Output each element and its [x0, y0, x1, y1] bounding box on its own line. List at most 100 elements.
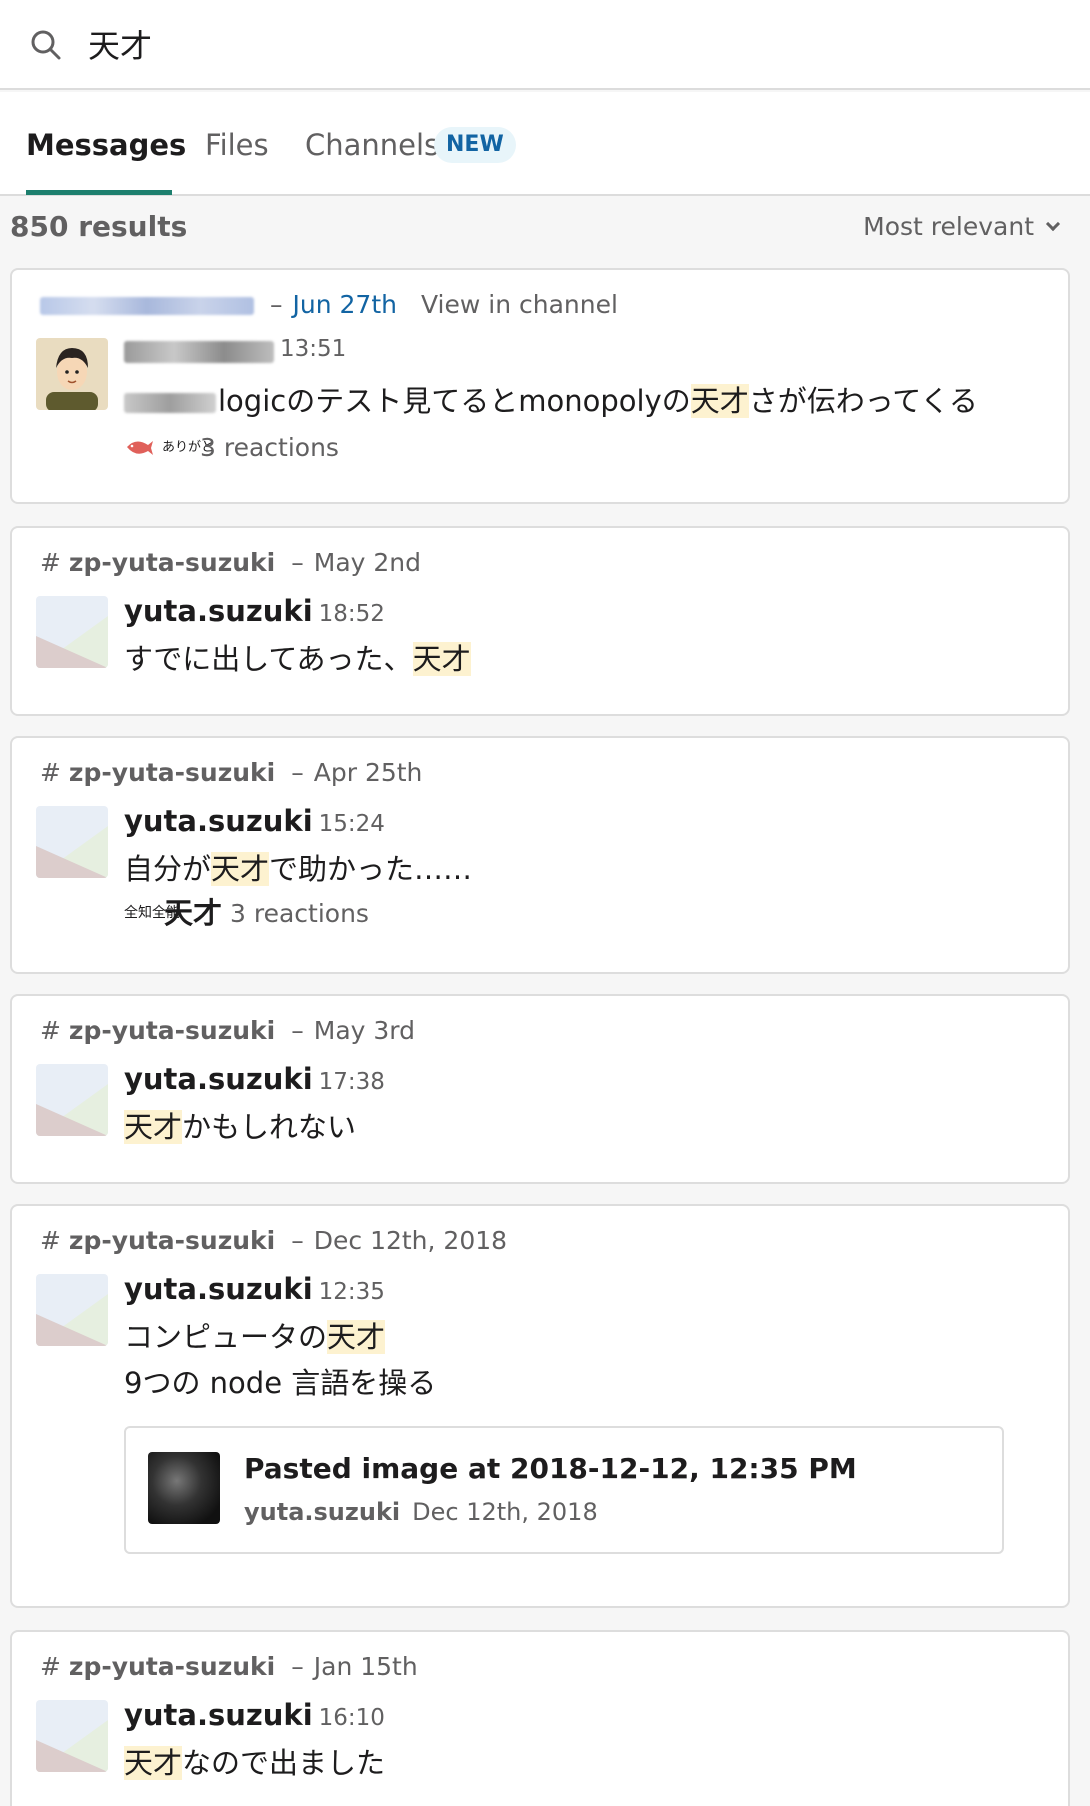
- message-text: 天才なので出ました: [124, 1740, 385, 1782]
- active-tab-indicator: [26, 190, 172, 195]
- reactions-count: 3 reactions: [200, 432, 339, 462]
- reactions-count: 3 reactions: [230, 898, 369, 928]
- result-date-link[interactable]: Jun 27th: [293, 290, 397, 319]
- results-count: 850 results: [10, 210, 188, 243]
- channel-name[interactable]: zp-yuta-suzuki: [69, 548, 275, 577]
- message-text-part: で助かった……: [269, 852, 473, 886]
- highlighted-match: 天才: [412, 642, 471, 676]
- message-time[interactable]: 15:24: [319, 811, 385, 837]
- message-time[interactable]: 12:35: [319, 1279, 385, 1305]
- message-text-part: さが伝わってくる: [748, 384, 978, 418]
- result-date[interactable]: Dec 12th, 2018: [314, 1226, 507, 1255]
- search-result-card[interactable]: # zp-yuta-suzuki – Dec 12th, 2018 yuta.suz…: [10, 1204, 1070, 1608]
- message-text-part: すでに出してあった、: [124, 642, 413, 676]
- redacted-author-name[interactable]: [124, 340, 274, 363]
- view-in-channel-link[interactable]: View in channel: [421, 290, 618, 319]
- message-text-part: 自分が: [124, 852, 212, 886]
- message-author-line: yuta.suzuki 17:38: [124, 1062, 385, 1096]
- result-meta: # zp-yuta-suzuki – Apr 25th: [40, 758, 423, 787]
- result-meta: # zp-yuta-suzuki – Dec 12th, 2018: [40, 1226, 508, 1255]
- message-author[interactable]: yuta.suzuki: [124, 1698, 313, 1732]
- channel-name[interactable]: zp-yuta-suzuki: [69, 1226, 275, 1255]
- message-text-line-2: 9つの node 言語を操る: [124, 1366, 437, 1400]
- message-author[interactable]: yuta.suzuki: [124, 1062, 313, 1096]
- message-text: 天才かもしれない: [124, 1104, 356, 1146]
- channel-hash-icon: #: [40, 1652, 61, 1681]
- result-date[interactable]: Apr 25th: [314, 758, 423, 787]
- message-author-line: yuta.suzuki 16:10: [124, 1698, 385, 1732]
- message-author-line: yuta.suzuki 15:24: [124, 804, 385, 838]
- channel-hash-icon: #: [40, 1016, 61, 1045]
- attachment-date: Dec 12th, 2018: [412, 1498, 598, 1526]
- message-time[interactable]: 17:38: [319, 1069, 385, 1095]
- message-text: logicのテスト見てるとmonopolyの天才さが伝わってくる: [124, 378, 978, 420]
- search-result-card[interactable]: # zp-yuta-suzuki – May 3rd yuta.suzuki 17:3…: [10, 994, 1070, 1184]
- search-result-card[interactable]: # zp-yuta-suzuki – Apr 25th yuta.suzuki 15:…: [10, 736, 1070, 974]
- fish-icon: [127, 441, 153, 455]
- message-text-part: なので出ました: [182, 1746, 386, 1780]
- message-author[interactable]: yuta.suzuki: [124, 804, 313, 838]
- tensai-emoji: 天才: [164, 896, 223, 930]
- attachment-thumbnail[interactable]: [148, 1452, 220, 1524]
- chevron-down-icon: [1045, 216, 1061, 232]
- message-text-part: logicのテスト見てるとmonopolyの: [218, 384, 691, 418]
- avatar[interactable]: [36, 1700, 108, 1772]
- message-time[interactable]: 13:51: [280, 336, 346, 362]
- avatar[interactable]: [36, 806, 108, 878]
- result-date[interactable]: May 3rd: [314, 1016, 415, 1045]
- channel-name[interactable]: zp-yuta-suzuki: [69, 1652, 275, 1681]
- tab-channels[interactable]: Channels: [305, 92, 439, 194]
- message-author[interactable]: yuta.suzuki: [124, 1272, 313, 1306]
- search-icon: [31, 30, 61, 60]
- message-author-line: yuta.suzuki 12:35: [124, 1272, 385, 1306]
- channel-name[interactable]: zp-yuta-suzuki: [69, 1016, 275, 1045]
- highlighted-match: 天才: [211, 852, 270, 886]
- attachment-subtitle: yuta.suzuki Dec 12th, 2018: [244, 1498, 598, 1526]
- result-date[interactable]: May 2nd: [314, 548, 421, 577]
- message-time[interactable]: 16:10: [319, 1705, 385, 1731]
- redacted-word: [124, 393, 216, 413]
- message-text: コンピュータの天才: [124, 1314, 386, 1356]
- channel-hash-icon: #: [40, 548, 61, 577]
- highlighted-match: 天才: [124, 1746, 183, 1780]
- result-date[interactable]: Jan 15th: [314, 1652, 418, 1681]
- sort-dropdown[interactable]: Most relevant: [863, 212, 1061, 241]
- search-result-card[interactable]: # zp-yuta-suzuki – Jan 15th yuta.suzuki 16:…: [10, 1630, 1070, 1806]
- message-text-part: かもしれない: [182, 1110, 357, 1144]
- result-meta: # zp-yuta-suzuki – Jan 15th: [40, 1652, 418, 1681]
- search-tabs: Messages Files Channels NEW: [0, 92, 1090, 196]
- result-meta: – Jun 27th View in channel: [40, 290, 618, 319]
- channel-name[interactable]: zp-yuta-suzuki: [69, 758, 275, 787]
- avatar[interactable]: [36, 596, 108, 668]
- reactions-row[interactable]: ありがと 3 reactions: [124, 432, 339, 462]
- message-author-line: yuta.suzuki 18:52: [124, 594, 385, 628]
- search-bar: [0, 0, 1090, 90]
- highlighted-match: 天才: [690, 384, 749, 418]
- zenchi-zennou-emoji: 全知全能: [124, 904, 180, 921]
- search-result-card[interactable]: – Jun 27th View in channel 13:51 logicのテスト…: [10, 268, 1070, 504]
- tab-messages[interactable]: Messages: [26, 92, 186, 194]
- attachment-title[interactable]: Pasted image at 2018-12-12, 12:35 PM: [244, 1452, 857, 1485]
- avatar[interactable]: [36, 338, 108, 410]
- channel-hash-icon: #: [40, 1226, 61, 1255]
- highlighted-match: 天才: [327, 1320, 386, 1354]
- message-author[interactable]: yuta.suzuki: [124, 594, 313, 628]
- avatar[interactable]: [36, 1274, 108, 1346]
- tab-files[interactable]: Files: [205, 92, 269, 194]
- message-text: すでに出してあった、天才: [124, 636, 471, 678]
- result-meta: # zp-yuta-suzuki – May 3rd: [40, 1016, 415, 1045]
- message-time[interactable]: 18:52: [319, 601, 385, 627]
- channel-hash-icon: #: [40, 758, 61, 787]
- search-result-card[interactable]: # zp-yuta-suzuki – May 2nd yuta.suzuki 18:5…: [10, 526, 1070, 716]
- message-author-line: 13:51: [124, 336, 346, 363]
- attachment-user[interactable]: yuta.suzuki: [244, 1498, 400, 1526]
- reactions-row[interactable]: 全知全能 天才 3 reactions: [124, 898, 369, 928]
- highlighted-match: 天才: [124, 1110, 183, 1144]
- search-input[interactable]: [88, 20, 1048, 68]
- sort-label: Most relevant: [863, 212, 1034, 241]
- arigato-emoji: ありがと: [162, 439, 215, 455]
- avatar[interactable]: [36, 1064, 108, 1136]
- new-badge: NEW: [434, 127, 516, 163]
- image-attachment[interactable]: Pasted image at 2018-12-12, 12:35 PM yut…: [124, 1426, 1004, 1554]
- result-meta: # zp-yuta-suzuki – May 2nd: [40, 548, 422, 577]
